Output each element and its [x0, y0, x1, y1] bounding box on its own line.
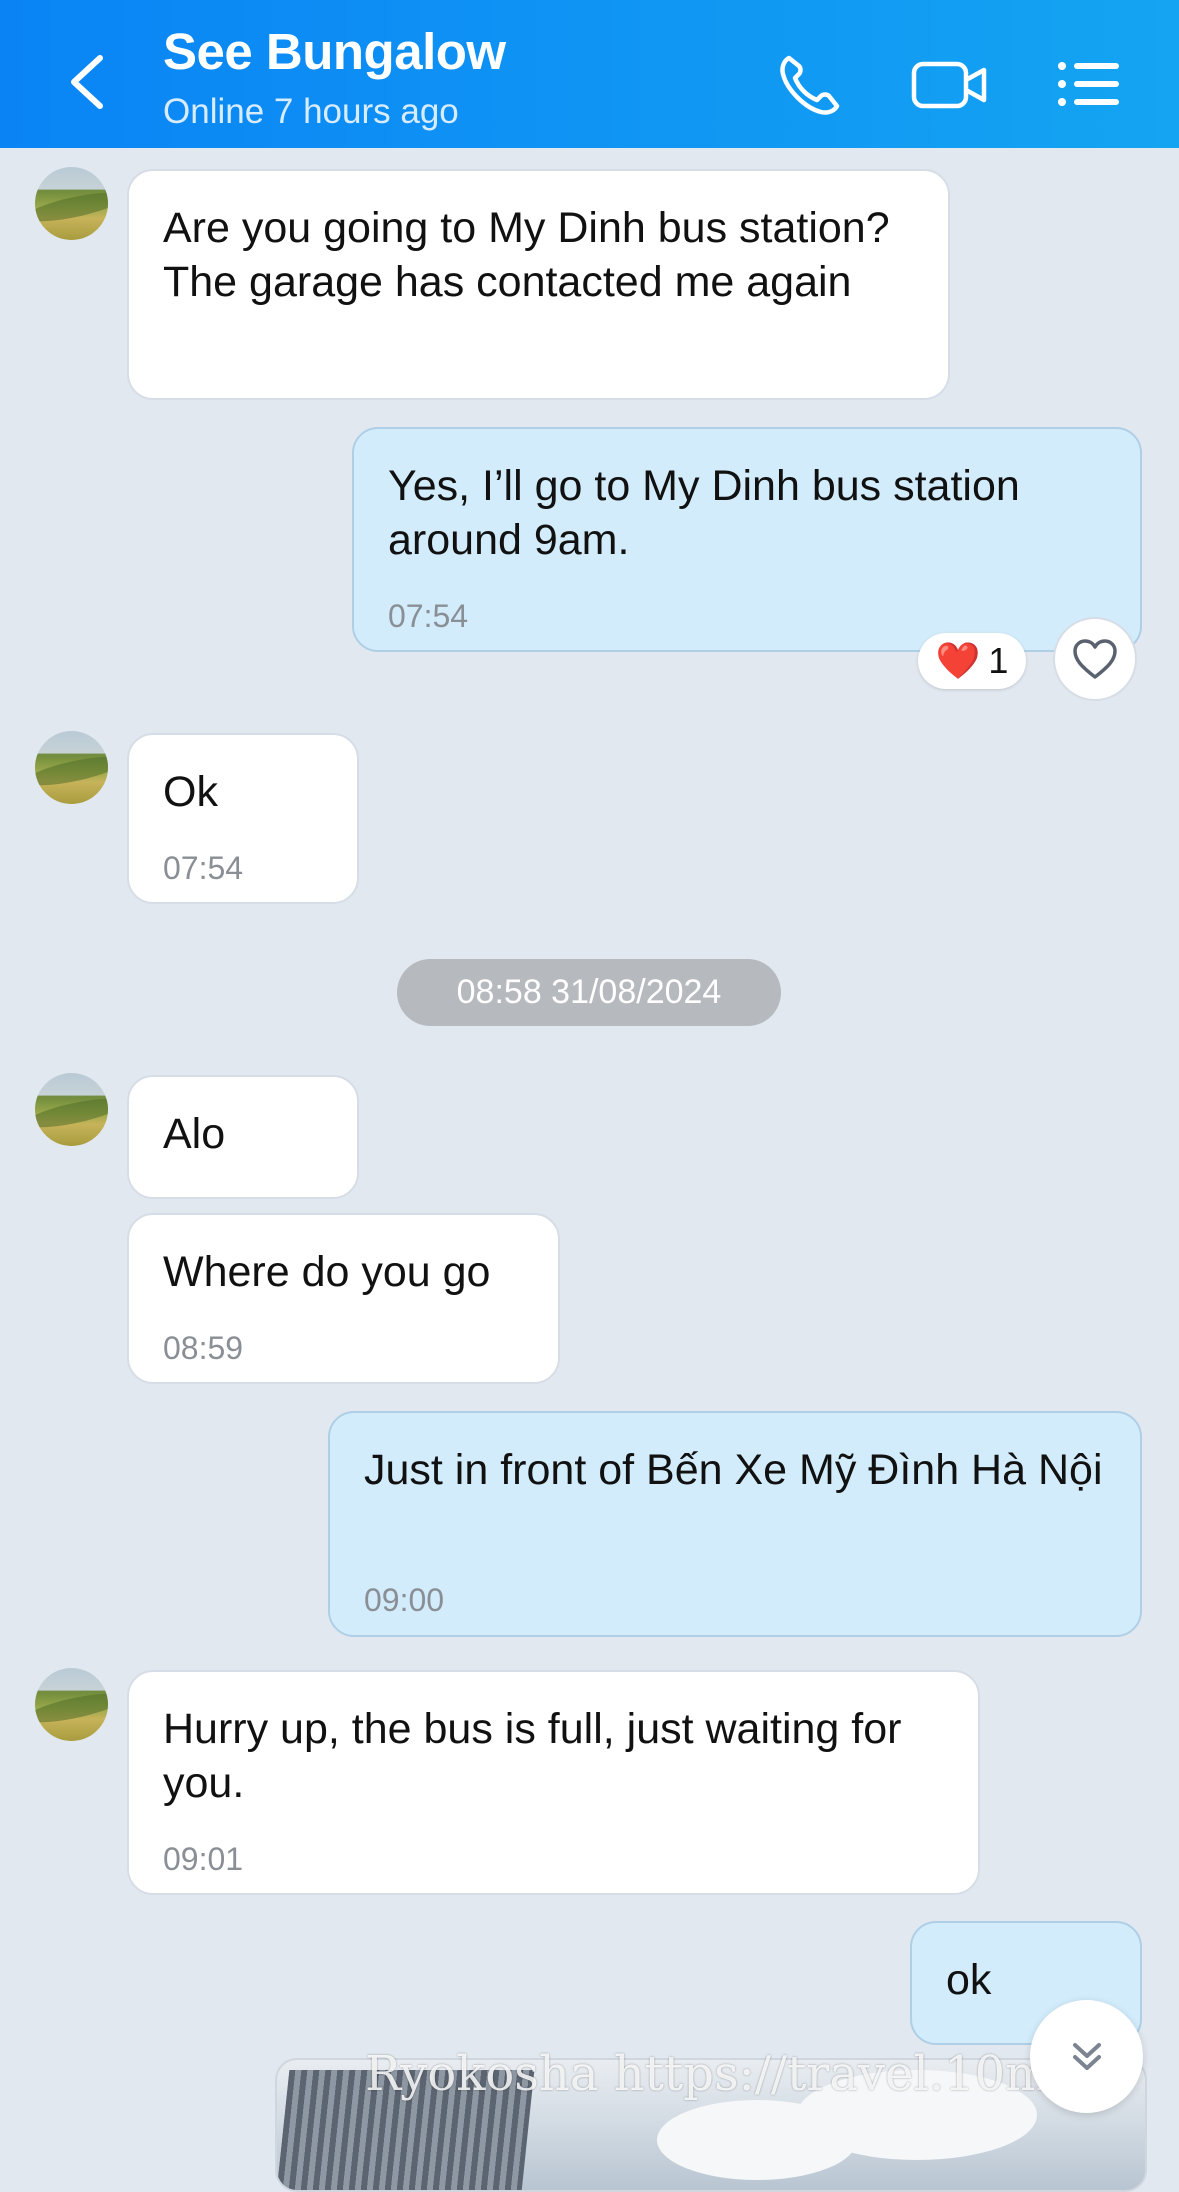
cloud-shape	[657, 2100, 857, 2180]
message-bubble-incoming[interactable]: Are you going to My Dinh bus station? Th…	[127, 169, 950, 400]
reaction-count: 1	[988, 640, 1009, 681]
contact-name[interactable]: See Bungalow	[163, 22, 506, 81]
reaction-badge[interactable]: ❤️ 1	[918, 633, 1026, 689]
heart-emoji-icon: ❤️	[935, 640, 981, 681]
message-text: Alo	[163, 1110, 226, 1158]
chat-header: See Bungalow Online 7 hours ago	[0, 0, 1179, 148]
back-chevron-icon[interactable]	[62, 52, 112, 112]
video-icon[interactable]	[911, 50, 989, 120]
contact-avatar[interactable]	[35, 1073, 108, 1146]
message-bubble-incoming[interactable]: Where do you go 08:59	[127, 1213, 560, 1384]
scroll-to-bottom-button[interactable]	[1030, 2000, 1143, 2113]
watermark-text: Ryokosha https://travel.10ma	[365, 2046, 1080, 2102]
message-text: ok	[946, 1956, 992, 2004]
message-text: Yes, I’ll go to My Dinh bus station arou…	[388, 462, 1020, 564]
contact-avatar[interactable]	[35, 731, 108, 804]
menu-icon[interactable]	[1055, 50, 1121, 120]
message-bubble-incoming[interactable]: Ok 07:54	[127, 733, 359, 904]
message-text: Just in front of Bến Xe Mỹ Đình Hà Nội	[364, 1446, 1103, 1494]
date-separator: 08:58 31/08/2024	[397, 959, 781, 1026]
double-chevron-down-icon	[1072, 2042, 1101, 2070]
message-text: Hurry up, the bus is full, just waiting …	[163, 1705, 902, 1807]
message-text: Where do you go	[163, 1248, 491, 1296]
phone-icon[interactable]	[775, 50, 845, 120]
contact-avatar[interactable]	[35, 1668, 108, 1741]
heart-outline-icon	[1073, 639, 1117, 679]
like-heart-button[interactable]	[1053, 617, 1137, 701]
message-bubble-outgoing[interactable]: Just in front of Bến Xe Mỹ Đình Hà Nội 0…	[328, 1411, 1142, 1637]
message-time: 09:01	[163, 1841, 244, 1877]
message-time: 08:59	[163, 1330, 244, 1366]
message-bubble-incoming[interactable]: Hurry up, the bus is full, just waiting …	[127, 1670, 980, 1895]
message-text: Ok	[163, 768, 218, 816]
message-bubble-outgoing[interactable]: Yes, I’ll go to My Dinh bus station arou…	[352, 427, 1142, 652]
message-bubble-incoming[interactable]: Alo	[127, 1075, 359, 1199]
message-time: 07:54	[163, 850, 244, 886]
contact-status: Online 7 hours ago	[163, 92, 459, 131]
message-text: Are you going to My Dinh bus station? Th…	[163, 204, 890, 306]
contact-avatar[interactable]	[35, 167, 108, 240]
message-time: 07:54	[388, 598, 469, 634]
message-time: 09:00	[364, 1582, 445, 1618]
